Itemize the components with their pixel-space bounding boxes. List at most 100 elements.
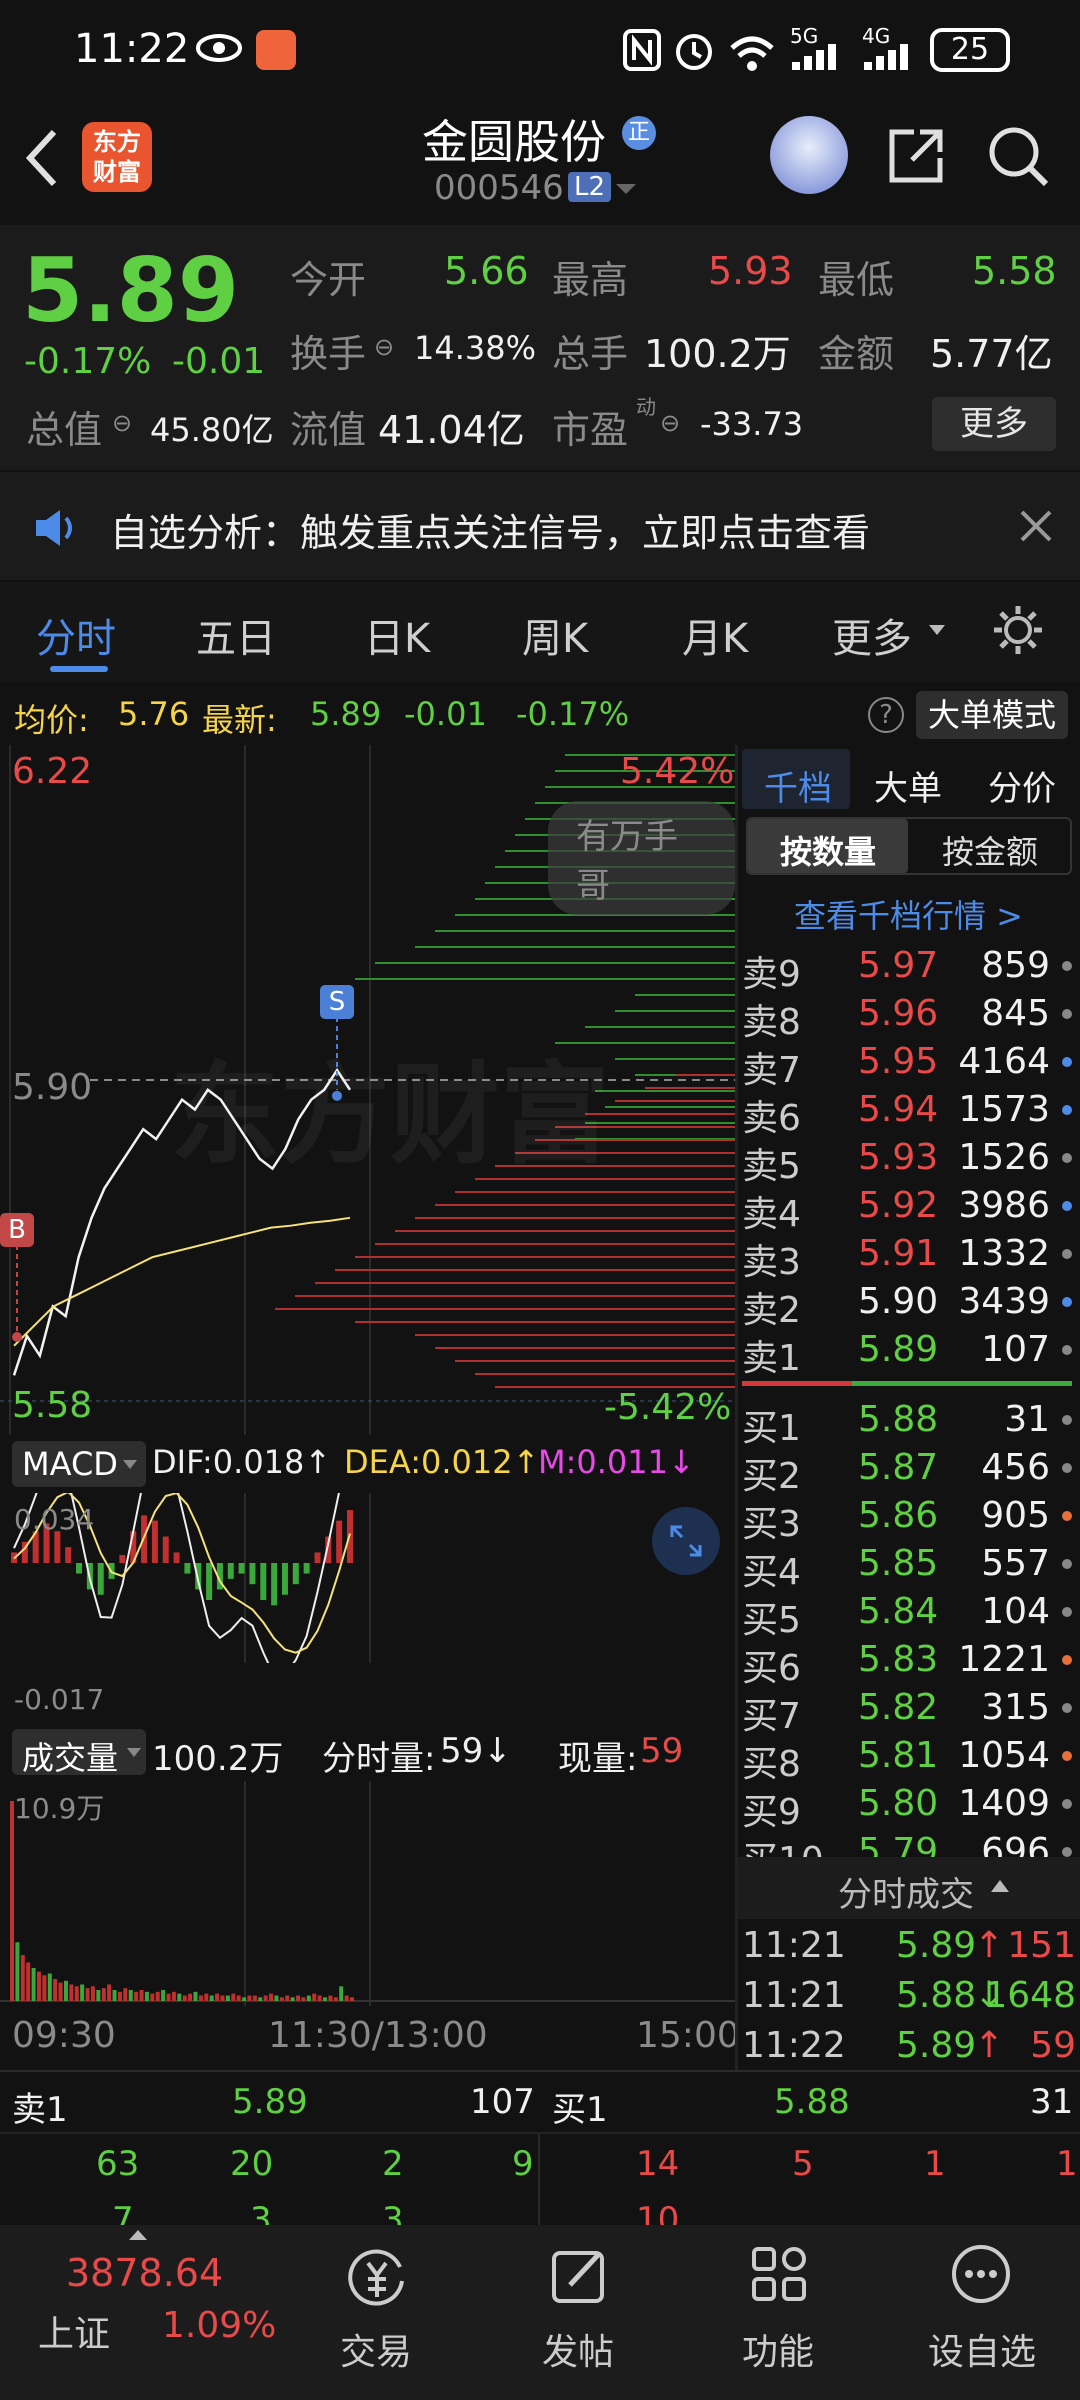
volume-bar [258,1997,263,2001]
search-icon[interactable] [986,124,1050,188]
volume-selector[interactable]: 成交量 [12,1729,146,1777]
help-icon[interactable]: ? [868,697,904,733]
tab-five-day[interactable]: 五日 [196,606,276,664]
tab-daily-k[interactable]: 日K [364,606,430,664]
tab-more[interactable]: 更多 [832,606,912,664]
index-pct[interactable]: 1.09% [162,2305,276,2346]
info-icon[interactable]: ⊖ [374,333,394,361]
trade-price: 5.89 [896,2025,977,2066]
macd-hist-bar [260,1563,267,1601]
settings-gear-icon[interactable] [990,602,1046,658]
latest-label: 最新: [202,701,277,739]
volume-bar [96,1989,101,2001]
chevron-up-icon[interactable] [128,2229,148,2241]
divider [538,2134,540,2229]
volume-bar [150,1993,155,2001]
volume-bar [107,1984,112,2001]
bubble-tag[interactable]: 有万手哥 [548,801,735,915]
robot-assistant-icon[interactable] [770,116,848,194]
index-name[interactable]: 上证 [38,2305,110,2357]
volume-bar [350,1997,354,2001]
volume-chart[interactable] [0,1781,735,2006]
macd-hist-bar [184,1563,191,1574]
grid-icon [752,2247,806,2301]
macd-hist-bar [336,1520,343,1563]
volume-total: 100.2万 [152,1739,284,1779]
trade-icon [348,2249,404,2306]
large-order-mode-button[interactable]: 大单模式 [916,691,1068,739]
order-quantity: 1054 [958,1735,1050,1776]
volume-bar [90,1986,95,2001]
order-book-row[interactable]: 买8 5.81 1054 [738,1731,1080,1785]
volume-bar [74,1986,79,2001]
volume-bar [231,1993,236,2001]
alarm-icon [676,34,712,70]
macd-hist-bar [206,1563,213,1601]
back-icon[interactable] [22,128,62,188]
app-logo[interactable]: 东方 财富 [82,122,152,192]
macd-hist-bar [119,1555,126,1563]
order-dot-icon [1062,1799,1072,1809]
macd-hist-bar [281,1563,288,1595]
more-button[interactable]: 更多 [932,397,1056,451]
info-icon[interactable]: ⊖ [112,409,132,437]
order-book-row[interactable]: 买6 5.83 1221 [738,1635,1080,1689]
volume-bar [123,1988,128,2001]
order-quantity: 557 [981,1543,1050,1584]
tab-weekly-k[interactable]: 周K [522,606,588,664]
chart-area[interactable]: 6.22 5.42% 有万手哥 东方财富 5.90 S B 5.58 -5.42… [0,745,740,2070]
tab-qiandang[interactable]: 千档 [764,761,832,810]
tab-price-split[interactable]: 分价 [988,761,1056,810]
buy1-label: 买1 [552,2090,608,2130]
tab-monthly-k[interactable]: 月K [682,606,748,664]
close-icon[interactable] [1018,508,1054,544]
notice-bar[interactable]: 自选分析：触发重点关注信号，立即点击查看 [0,472,1080,580]
level-badge[interactable]: L2 [568,172,612,202]
order-book-row[interactable]: 卖1 5.89 107 [738,1325,1080,1379]
order-book-row[interactable]: 买7 5.82 315 [738,1683,1080,1737]
order-price: 5.92 [858,1185,939,1226]
order-book-row[interactable]: 卖9 5.97 859 [738,941,1080,995]
volume-bar [263,1995,268,2001]
order-book-row[interactable]: 买5 5.84 104 [738,1587,1080,1641]
info-icon[interactable]: ⊖ [660,409,680,437]
trades-header[interactable]: 分时成交 [738,1857,1080,1919]
order-price: 5.83 [858,1639,939,1680]
tab-large-orders[interactable]: 大单 [874,761,942,810]
share-icon[interactable] [884,124,948,188]
macd-hist-bar [292,1563,299,1585]
tab-intraday[interactable]: 分时 [36,606,116,664]
order-book-row[interactable]: 买1 5.88 31 [738,1395,1080,1449]
expand-button[interactable] [652,1507,720,1575]
sort-by-quantity[interactable]: 按数量 [780,827,876,873]
macd-selector[interactable]: MACD [12,1441,146,1487]
sell-marker[interactable]: S [320,985,354,1019]
sort-by-amount[interactable]: 按金额 [942,827,1038,873]
chevron-down-icon[interactable] [614,182,638,198]
order-book-row[interactable]: 买3 5.86 905 [738,1491,1080,1545]
order-book-row[interactable]: 卖6 5.94 1573 [738,1085,1080,1139]
buy1-price: 5.88 [774,2082,850,2122]
order-book-row[interactable]: 卖4 5.92 3986 [738,1181,1080,1235]
order-book-row[interactable]: 卖8 5.96 845 [738,989,1080,1043]
order-book-row[interactable]: 买9 5.80 1409 [738,1779,1080,1833]
order-quantity: 107 [981,1329,1050,1370]
macd-chart[interactable] [0,1493,735,1663]
volume-bar [247,1995,252,2001]
buy-queue-3: 1 [924,2144,946,2184]
trade-time: 11:22 [742,2025,846,2066]
order-book-row[interactable]: 买2 5.87 456 [738,1443,1080,1497]
stock-code: 000546 [434,168,564,208]
order-book-row[interactable]: 卖2 5.90 3439 [738,1277,1080,1331]
buy-marker[interactable]: B [0,1213,34,1247]
amount-label: 金额 [818,332,895,376]
order-dot-icon [1062,1703,1072,1713]
order-book-row[interactable]: 卖5 5.93 1526 [738,1133,1080,1187]
order-book-row[interactable]: 卖7 5.95 4164 [738,1037,1080,1091]
index-value[interactable]: 3878.64 [66,2251,223,2295]
view-depth-link[interactable]: 查看千档行情 > [794,891,1023,937]
order-book-row[interactable]: 买4 5.85 557 [738,1539,1080,1593]
order-book-row[interactable]: 卖3 5.91 1332 [738,1229,1080,1283]
chevron-down-icon[interactable] [928,624,946,638]
order-price: 5.94 [858,1089,939,1130]
